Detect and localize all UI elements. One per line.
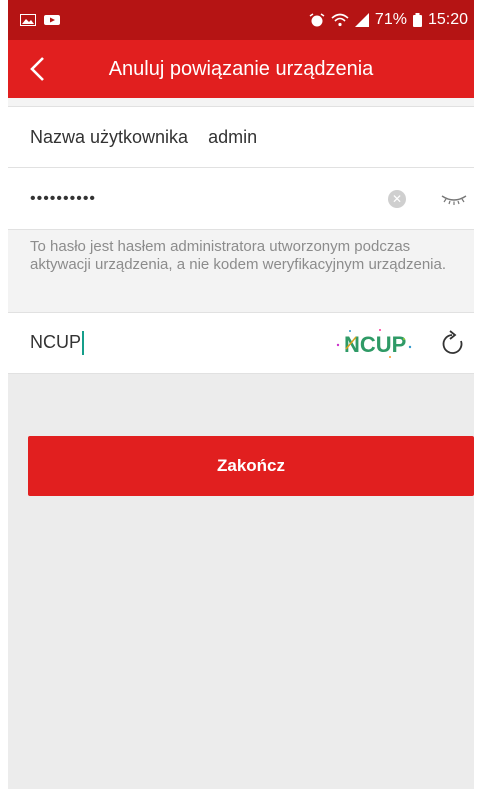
top-spacer — [8, 98, 474, 106]
password-hint: To hasło jest hasłem administratora utwo… — [8, 230, 474, 312]
text-cursor — [82, 331, 85, 355]
battery-percentage: 71% — [374, 11, 407, 28]
refresh-icon[interactable] — [438, 329, 468, 359]
captcha-input[interactable]: NCUP — [30, 331, 85, 355]
clock: 15:20 — [427, 11, 468, 28]
username-row: Nazwa użytkownika admin — [8, 106, 474, 168]
password-row[interactable]: •••••••••• ✕ — [8, 168, 474, 230]
status-bar: 71% 15:20 — [8, 0, 474, 40]
password-input[interactable]: •••••••••• — [30, 190, 96, 208]
alarm-icon — [309, 13, 325, 27]
captcha-row[interactable]: NCUP NCUP — [8, 312, 474, 374]
captcha-image[interactable]: NCUP — [330, 327, 416, 361]
username-label: Nazwa użytkownika — [30, 126, 189, 147]
captcha-input-value: NCUP — [30, 331, 82, 352]
back-button[interactable] — [22, 52, 52, 86]
page-title: Anuluj powiązanie urządzenia — [108, 57, 374, 80]
app-bar: Anuluj powiązanie urządzenia — [8, 40, 474, 98]
status-right: 71% 15:20 — [309, 11, 468, 29]
chevron-left-icon — [30, 57, 44, 81]
signal-icon — [354, 13, 369, 27]
username-value: admin — [208, 126, 258, 147]
captcha-image-text: NCUP — [344, 332, 406, 357]
battery-icon — [412, 13, 422, 27]
clear-icon[interactable]: ✕ — [388, 190, 406, 208]
image-icon — [20, 14, 36, 26]
wifi-icon — [331, 13, 349, 27]
eye-closed-icon[interactable] — [440, 190, 468, 208]
status-left — [20, 14, 60, 26]
video-icon — [44, 15, 60, 25]
finish-button[interactable]: Zakończ — [28, 436, 474, 496]
